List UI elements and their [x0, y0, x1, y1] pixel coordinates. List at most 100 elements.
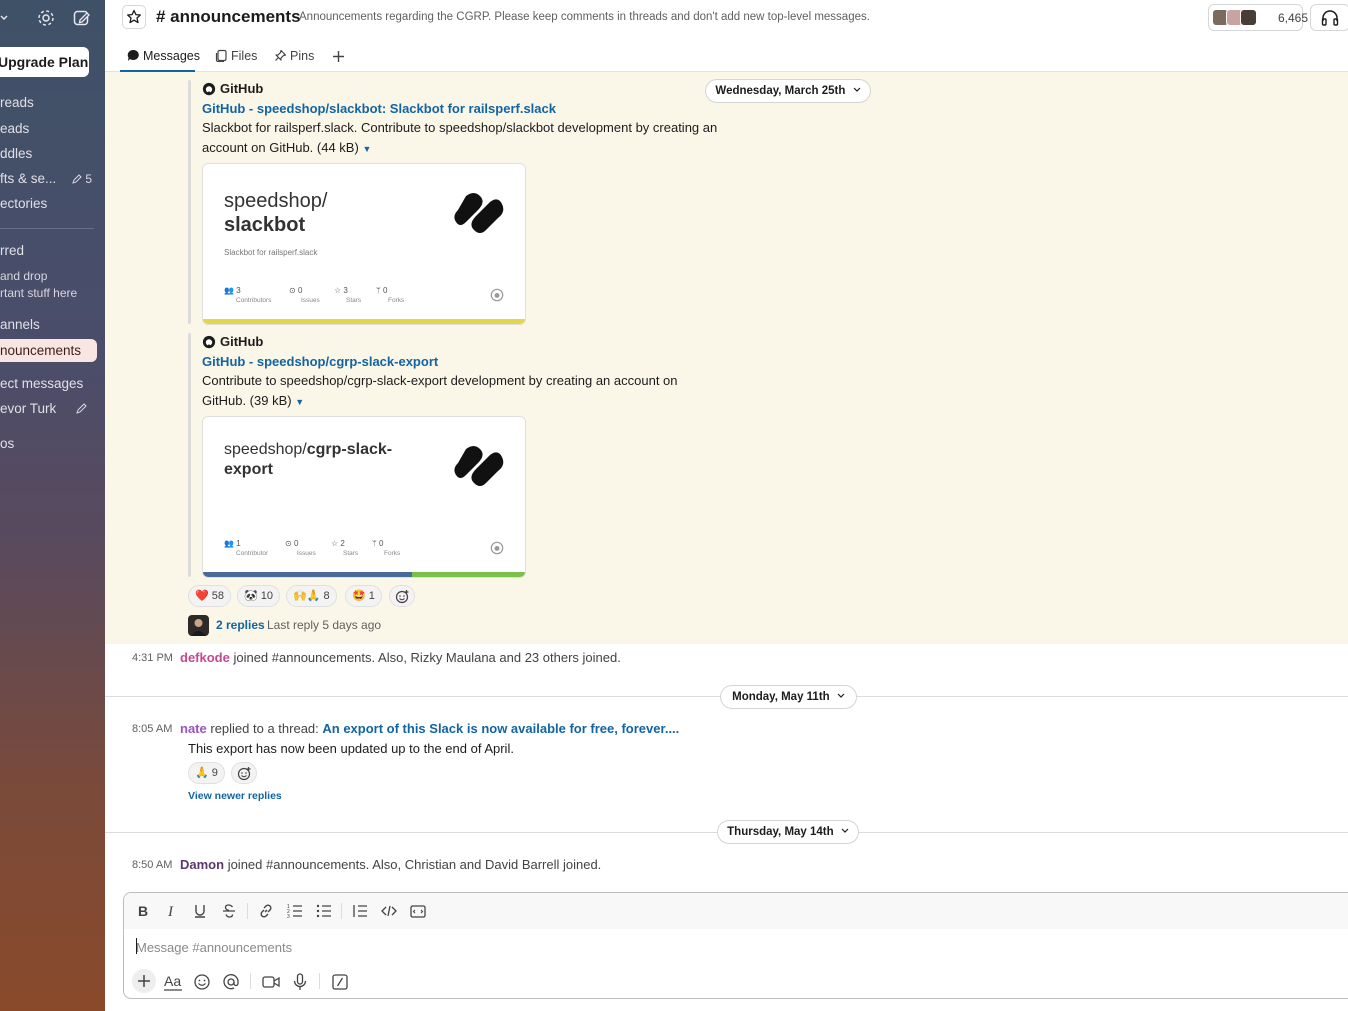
shortcut-icon[interactable] [329, 971, 351, 993]
tab-files[interactable]: Files [215, 42, 257, 72]
stat-value: 3 [343, 286, 348, 295]
date-divider-thursday[interactable]: Thursday, May 14th [717, 820, 859, 844]
replies-link[interactable]: 2 replies [216, 618, 265, 632]
tab-pins-label: Pins [290, 49, 315, 63]
reaction-raised-hands[interactable]: 🙌🙏 8 [286, 585, 337, 607]
stat-value: 3 [236, 286, 241, 295]
link-icon[interactable] [257, 902, 275, 920]
text-format-icon[interactable]: Aa [162, 971, 184, 993]
emoji-icon[interactable] [191, 971, 213, 993]
member-avatar [1240, 9, 1257, 26]
tab-pins[interactable]: Pins [274, 42, 314, 72]
chevron-down-icon[interactable] [0, 14, 8, 22]
repo-logo-icon [454, 193, 504, 233]
code-block-icon[interactable] [409, 902, 427, 920]
sidebar-item-threads[interactable]: reads [0, 93, 34, 113]
message-input[interactable] [136, 937, 1336, 957]
stat-label: Forks [384, 550, 401, 557]
sidebar-section-direct-messages[interactable]: ect messages [0, 374, 83, 394]
code-icon[interactable] [380, 902, 398, 920]
video-icon[interactable] [260, 971, 282, 993]
date-divider-wednesday[interactable]: Wednesday, March 25th [705, 79, 871, 103]
sidebar-section-apps[interactable]: os [0, 434, 14, 454]
star-channel-button[interactable] [122, 5, 146, 29]
star-icon [127, 9, 141, 24]
add-reaction-button[interactable] [389, 585, 415, 607]
reaction-panda[interactable]: 🐼 10 [237, 585, 281, 607]
caret-down-icon[interactable]: ▼ [295, 397, 304, 407]
pin-icon [275, 49, 287, 61]
user-name[interactable]: Damon [180, 857, 224, 872]
upgrade-plan-button[interactable]: Upgrade Plan [0, 47, 89, 77]
bulleted-list-icon[interactable] [315, 902, 333, 920]
reaction-heart[interactable]: ❤️ 58 [188, 585, 232, 607]
reaction-count: 9 [211, 767, 218, 779]
date-label: Monday, May 11th [732, 691, 830, 703]
attach-button[interactable] [132, 969, 156, 993]
reaction-pray[interactable]: 🙏 9 [188, 762, 225, 784]
sidebar-item-threads-2[interactable]: eads [0, 119, 29, 139]
github-preview-card[interactable]: speedshop/ slackbot Slackbot for railspe… [202, 163, 526, 325]
stat-value: 1 [236, 539, 241, 548]
message-composer: B I 123 Aa [123, 892, 1348, 999]
language-bar-segment [412, 572, 525, 577]
microphone-icon[interactable] [289, 971, 311, 993]
thread-link[interactable]: An export of this Slack is now available… [322, 721, 679, 736]
drafts-count: 5 [72, 169, 92, 189]
attachment-link[interactable]: GitHub - speedshop/cgrp-slack-export [202, 354, 438, 369]
formatting-toolbar: B I 123 [124, 893, 1348, 929]
add-tab-button[interactable] [332, 42, 348, 72]
compose-icon[interactable] [72, 8, 92, 28]
sidebar-item-drafts[interactable]: fts & se... 5 [0, 169, 94, 189]
mention-icon[interactable] [220, 971, 242, 993]
sidebar-item-directories[interactable]: ectories [0, 194, 47, 214]
chevron-down-icon [837, 693, 845, 698]
sidebar-section-channels[interactable]: annels [0, 315, 40, 335]
tab-files-label: Files [231, 49, 258, 63]
message-timestamp[interactable]: 4:31 PM [132, 652, 173, 664]
attachment-source: GitHub [202, 334, 263, 349]
blockquote-icon[interactable] [351, 902, 369, 920]
view-newer-replies-link[interactable]: View newer replies [188, 790, 282, 802]
add-reaction-icon [237, 767, 251, 781]
date-divider-monday[interactable]: Monday, May 11th [720, 685, 857, 709]
user-name[interactable]: nate [180, 721, 207, 736]
caret-down-icon[interactable]: ▼ [362, 144, 371, 154]
stat-stars: ☆ 3 Stars [334, 286, 362, 304]
attachment-description: Slackbot for railsperf.slack. Contribute… [202, 118, 722, 159]
tab-messages[interactable]: Messages [120, 42, 200, 72]
channel-title[interactable]: # announcements [156, 7, 301, 27]
sidebar-item-huddles[interactable]: ddles [0, 144, 32, 164]
ordered-list-icon[interactable]: 123 [286, 902, 304, 920]
message-timestamp[interactable]: 8:05 AM [132, 723, 172, 735]
huddle-button[interactable] [1310, 4, 1348, 31]
add-reaction-button[interactable] [231, 762, 257, 784]
message-feed[interactable]: Wednesday, March 25th GitHub GitHub - sp… [105, 72, 1348, 892]
sidebar-item-dm-user[interactable]: evor Turk [0, 399, 94, 419]
toolbar-divider [247, 903, 248, 919]
last-reply: Last reply 5 days ago [267, 618, 382, 632]
underline-icon[interactable] [191, 902, 209, 920]
bold-icon[interactable]: B [134, 902, 152, 920]
sidebar-item-announcements[interactable]: nouncements [0, 339, 97, 362]
reaction-star-struck[interactable]: 🤩 1 [345, 585, 382, 607]
sidebar-item-drafts-label: fts & se... [0, 171, 57, 186]
strikethrough-icon[interactable] [220, 902, 238, 920]
stat-issues: ⊙ 0 Issues [285, 539, 316, 557]
github-preview-card[interactable]: speedshop/cgrp-slack- export 👥 1 Contribu… [202, 416, 526, 578]
toolbar-divider [319, 973, 320, 989]
member-list-button[interactable]: 6,465 [1208, 4, 1308, 31]
attachment-link[interactable]: GitHub - speedshop/slackbot: Slackbot fo… [202, 101, 556, 116]
gear-icon[interactable] [36, 8, 56, 28]
reaction-emoji: 🙌🙏 [293, 590, 321, 602]
tab-messages-label: Messages [143, 49, 200, 63]
github-icon [202, 82, 216, 96]
card-title-owner: speedshop/ [224, 441, 307, 458]
language-bar [203, 319, 525, 324]
edit-icon[interactable] [76, 403, 87, 414]
message-timestamp[interactable]: 8:50 AM [132, 859, 172, 871]
stat-label: Issues [301, 297, 320, 304]
user-name[interactable]: defkode [180, 650, 230, 665]
italic-icon[interactable]: I [163, 902, 181, 920]
sidebar-section-starred[interactable]: rred [0, 241, 24, 261]
